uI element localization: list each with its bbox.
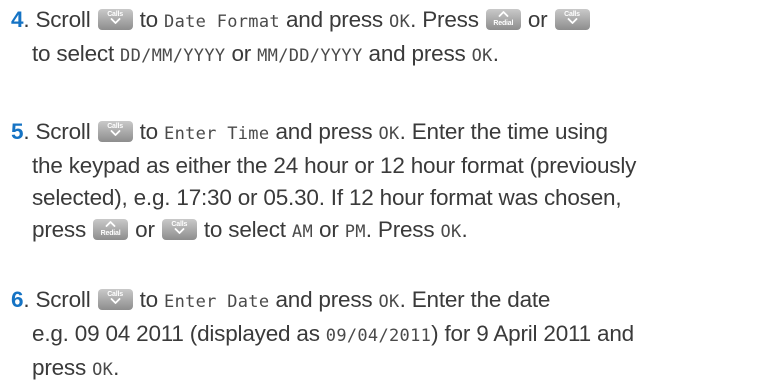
redial-button: Redial — [485, 9, 521, 30]
instruction-text: . Press — [365, 217, 441, 242]
calls-button-label: Calls — [107, 291, 123, 298]
step-line: 6. Scroll Calls to Enter Date and press … — [11, 287, 551, 312]
instruction-text: to — [133, 287, 165, 312]
display-text: OK — [378, 292, 400, 312]
instruction-text: . Press — [410, 7, 485, 32]
display-text: OK — [378, 124, 400, 144]
display-text: OK — [92, 360, 114, 380]
display-text: OK — [440, 222, 462, 242]
display-text: OK — [389, 12, 411, 32]
instruction-text: to — [133, 7, 165, 32]
instruction-text: and press — [279, 7, 390, 32]
instruction-text: to — [133, 119, 165, 144]
step-line: 4. Scroll Calls to Date Format and press… — [0, 4, 780, 38]
step-number: 5 — [11, 119, 24, 144]
instruction-text: or — [521, 7, 554, 32]
step-number: 6 — [11, 287, 24, 312]
instruction-text: or — [129, 217, 161, 242]
instruction-text: . — [492, 41, 499, 66]
calls-button: Calls — [97, 289, 133, 310]
step-line: e.g. 09 04 2011 (displayed as 09/04/2011… — [0, 318, 780, 352]
step-line: the keypad as either the 24 hour or 12 h… — [0, 150, 780, 182]
instruction-text: . Enter the time using — [399, 119, 608, 144]
redial-button-label: Redial — [100, 230, 121, 237]
calls-button-label: Calls — [107, 123, 123, 130]
redial-button: Redial — [93, 219, 129, 240]
calls-button: Calls — [97, 9, 133, 30]
instruction-text: and press — [362, 41, 472, 66]
instruction-text: or — [312, 217, 345, 242]
instruction-step: 5. Scroll Calls to Enter Time and press … — [0, 116, 780, 248]
instruction-text: to select — [32, 41, 121, 66]
calls-button: Calls — [97, 121, 133, 142]
step-number: 4 — [11, 7, 24, 32]
instruction-text: or — [225, 41, 258, 66]
calls-button-label: Calls — [107, 11, 123, 18]
display-text: 09/04/2011 — [325, 326, 432, 346]
instruction-step: 6. Scroll Calls to Enter Date and press … — [0, 284, 780, 386]
instruction-text: press — [32, 217, 93, 242]
display-text: MM/DD/YYYY — [257, 46, 363, 66]
calls-button: Calls — [554, 9, 590, 30]
instruction-text: selected), e.g. 17:30 or 05.30. If 12 ho… — [32, 185, 622, 210]
step-line: press Redial or Calls to select AM or PM… — [0, 214, 780, 248]
chevron-down-icon — [110, 18, 120, 24]
instruction-text: Scroll — [35, 287, 97, 312]
instruction-step: 4. Scroll Calls to Date Format and press… — [0, 4, 780, 72]
redial-button-label: Redial — [493, 20, 514, 27]
instruction-text: and press — [269, 119, 379, 144]
chevron-down-icon — [110, 130, 120, 136]
display-text: DD/MM/YYYY — [120, 46, 226, 66]
instruction-text: and press — [269, 287, 379, 312]
instruction-text: Scroll — [35, 119, 97, 144]
instruction-text: press — [32, 355, 93, 380]
instruction-text: . Enter the date — [399, 287, 551, 312]
instruction-text: . — [113, 355, 120, 380]
display-text: OK — [471, 46, 493, 66]
display-text: Enter Date — [164, 292, 270, 312]
chevron-down-icon — [567, 18, 577, 24]
step-line: to select DD/MM/YYYY or MM/DD/YYYY and p… — [0, 38, 780, 72]
instruction-text: e.g. 09 04 2011 (displayed as — [32, 321, 326, 346]
instruction-text: ) for 9 April 2011 and — [431, 321, 634, 346]
step-line: press OK. — [0, 352, 780, 386]
step-line: selected), e.g. 17:30 or 05.30. If 12 ho… — [0, 182, 780, 214]
display-text: AM — [291, 222, 313, 242]
calls-button-label: Calls — [171, 221, 188, 228]
display-text: PM — [344, 222, 366, 242]
display-text: Date Format — [164, 12, 280, 32]
instruction-text: to select — [197, 217, 292, 242]
instruction-text: the keypad as either the 24 hour or 12 h… — [32, 153, 637, 178]
display-text: Enter Time — [164, 124, 270, 144]
instruction-text: . — [461, 217, 468, 242]
chevron-up-icon — [105, 221, 116, 227]
step-line: 5. Scroll Calls to Enter Time and press … — [11, 119, 608, 144]
calls-button: Calls — [161, 219, 197, 240]
chevron-up-icon — [498, 11, 509, 17]
instruction-page: 4. Scroll Calls to Date Format and press… — [0, 0, 780, 380]
chevron-down-icon — [174, 228, 185, 234]
calls-button-label: Calls — [564, 11, 580, 18]
instruction-text: Scroll — [35, 7, 97, 32]
chevron-down-icon — [110, 298, 120, 304]
